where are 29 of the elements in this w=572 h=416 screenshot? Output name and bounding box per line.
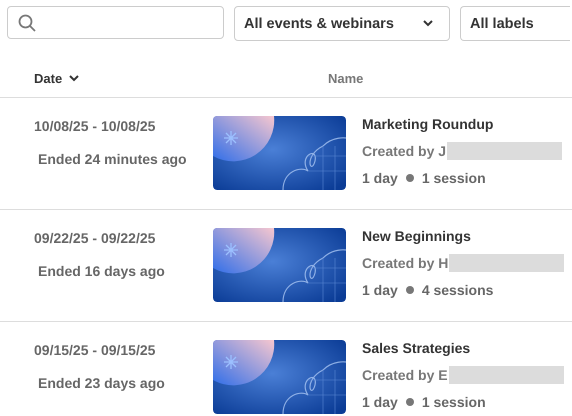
filter-dropdown[interactable]: All events & webinars (234, 6, 450, 41)
duration-text: 1 day (362, 170, 398, 186)
creator-text: Created by H (362, 255, 448, 271)
search-field[interactable] (7, 6, 224, 39)
session-count: 1 session (422, 170, 486, 186)
search-icon (18, 14, 36, 32)
date-range: 09/15/25 - 09/15/25 (34, 342, 156, 358)
event-status: Ended 24 minutes ago (37, 151, 188, 167)
creator-text: Created by E (362, 367, 448, 383)
date-range: 10/08/25 - 10/08/25 (34, 118, 156, 134)
session-count: 1 session (422, 394, 486, 410)
event-name[interactable]: Marketing Roundup (362, 116, 562, 132)
caret-icon (69, 75, 80, 82)
creator-text: Created by J (362, 143, 446, 159)
event-name[interactable]: Sales Strategies (362, 340, 564, 356)
column-header[interactable]: Date (0, 71, 328, 86)
caret-icon (423, 20, 433, 27)
date-range: 09/22/25 - 09/22/25 (34, 230, 156, 246)
filter-dropdown[interactable]: All labels (460, 6, 570, 41)
event-status: Ended 16 days ago (37, 263, 166, 279)
event-name[interactable]: New Beginnings (362, 228, 564, 244)
session-count: 4 sessions (422, 282, 494, 298)
duration-text: 1 day (362, 394, 398, 410)
separator-dot-icon (406, 398, 414, 406)
event-status: Ended 23 days ago (37, 375, 166, 391)
separator-dot-icon (406, 174, 414, 182)
separator-dot-icon (406, 286, 414, 294)
duration-text: 1 day (362, 282, 398, 298)
column-header[interactable]: Name (328, 71, 364, 86)
